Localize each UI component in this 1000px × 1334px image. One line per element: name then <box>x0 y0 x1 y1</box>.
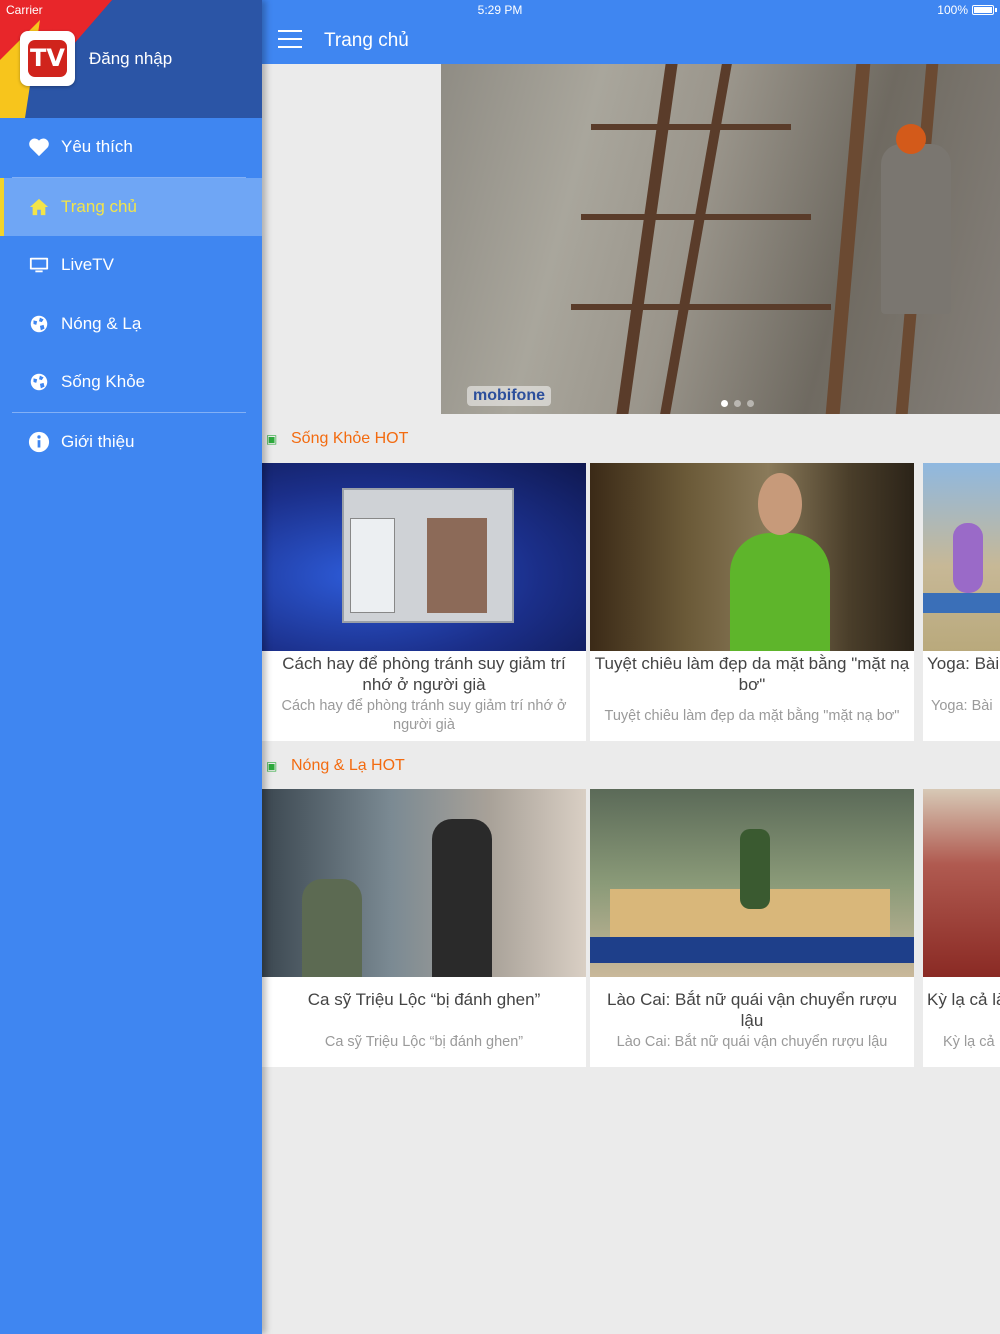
hamburger-menu-icon[interactable] <box>278 30 302 50</box>
video-thumbnail <box>590 463 914 651</box>
nav-label: Trang chủ <box>61 196 137 216</box>
drawer-nav: Yêu thích Trang chủ LiveTV Nóng & Lạ Sốn… <box>0 118 262 471</box>
nav-item-hot-news[interactable]: Nóng & Lạ <box>0 295 262 354</box>
nav-label: Giới thiệu <box>61 431 135 451</box>
video-title: Yoga: Bài <box>927 654 1000 673</box>
video-row-song-khoe: Cách hay để phòng tránh suy giảm trí nhớ… <box>262 463 1000 741</box>
info-icon <box>27 430 51 454</box>
nav-label: Yêu thích <box>61 137 133 157</box>
video-desc: Ca sỹ Triệu Lộc “bị đánh ghen” <box>324 1034 524 1050</box>
video-thumbnail <box>590 789 914 977</box>
video-card[interactable]: Yoga: Bài Yoga: Bài <box>923 463 1000 741</box>
drawer-header: Carrier TV Đăng nhập <box>0 0 262 118</box>
app-logo: TV <box>20 31 75 86</box>
video-title: Lào Cai: Bắt nữ quái vận chuyển rượu lậu <box>606 990 898 1030</box>
section-title-song-khoe[interactable]: ▣ Sống Khỏe HOT <box>266 430 408 448</box>
login-link[interactable]: Đăng nhập <box>89 49 172 69</box>
video-desc: Yoga: Bài <box>931 698 993 714</box>
video-card[interactable]: Tuyệt chiêu làm đẹp da mặt bằng "mặt nạ … <box>590 463 914 741</box>
page-title: Trang chủ <box>324 30 409 51</box>
slider-dot[interactable] <box>747 400 754 407</box>
video-card[interactable]: Kỳ lạ cả là Kỳ lạ cả <box>923 789 1000 1067</box>
status-battery: 100% <box>937 3 968 17</box>
globe-icon <box>27 312 51 336</box>
video-title: Ca sỹ Triệu Lộc “bị đánh ghen” <box>307 990 541 1009</box>
nav-item-health[interactable]: Sống Khỏe <box>0 353 262 412</box>
video-desc: Tuyệt chiêu làm đẹp da mặt bằng "mặt nạ … <box>604 708 900 724</box>
video-title: Tuyệt chiêu làm đẹp da mặt bằng "mặt nạ … <box>594 654 910 694</box>
section-title-label: Nóng & Lạ HOT <box>291 757 405 774</box>
slider-dot[interactable] <box>734 400 741 407</box>
slider-dot[interactable] <box>721 400 728 407</box>
monitor-icon <box>27 253 51 277</box>
globe-icon <box>27 370 51 394</box>
section-title-nong-la[interactable]: ▣ Nóng & Lạ HOT <box>266 757 405 775</box>
status-carrier: Carrier <box>6 3 43 17</box>
video-card[interactable]: Lào Cai: Bắt nữ quái vận chuyển rượu lậu… <box>590 789 914 1067</box>
video-card[interactable]: Cách hay để phòng tránh suy giảm trí nhớ… <box>262 463 586 741</box>
heart-icon <box>27 135 51 159</box>
nav-item-home[interactable]: Trang chủ <box>0 177 262 236</box>
video-card[interactable]: Ca sỹ Triệu Lộc “bị đánh ghen” Ca sỹ Tri… <box>262 789 586 1067</box>
nav-item-about[interactable]: Giới thiệu <box>0 413 262 472</box>
video-thumbnail <box>262 789 586 977</box>
nav-label: Sống Khỏe <box>61 372 146 392</box>
hero-slider[interactable]: mobifone <box>441 64 1000 414</box>
video-thumbnail <box>262 463 586 651</box>
tv-logo-icon: TV <box>28 40 67 77</box>
nav-item-favorites[interactable]: Yêu thích <box>0 118 262 177</box>
video-row-nong-la: Ca sỹ Triệu Lộc “bị đánh ghen” Ca sỹ Tri… <box>262 789 1000 1067</box>
slider-dots[interactable] <box>721 400 754 407</box>
video-desc: Cách hay để phòng tránh suy giảm trí nhớ… <box>281 698 567 733</box>
battery-icon <box>972 5 997 15</box>
nav-item-livetv[interactable]: LiveTV <box>0 236 262 295</box>
video-desc: Kỳ lạ cả <box>943 1034 995 1050</box>
section-title-label: Sống Khỏe HOT <box>291 430 409 447</box>
video-desc: Lào Cai: Bắt nữ quái vận chuyển rượu lậu <box>616 1034 888 1050</box>
nav-label: LiveTV <box>61 255 114 275</box>
video-title: Kỳ lạ cả là <box>927 990 1000 1009</box>
video-thumbnail <box>923 789 1000 977</box>
side-drawer: Carrier TV Đăng nhập Yêu thích Trang chủ… <box>0 0 262 1334</box>
section-icon: ▣ <box>266 432 278 446</box>
video-title: Cách hay để phòng tránh suy giảm trí nhớ… <box>282 654 566 694</box>
video-thumbnail <box>923 463 1000 651</box>
mobifone-logo: mobifone <box>467 386 551 406</box>
home-icon <box>27 195 51 219</box>
nav-label: Nóng & Lạ <box>61 313 142 333</box>
section-icon: ▣ <box>266 759 278 773</box>
